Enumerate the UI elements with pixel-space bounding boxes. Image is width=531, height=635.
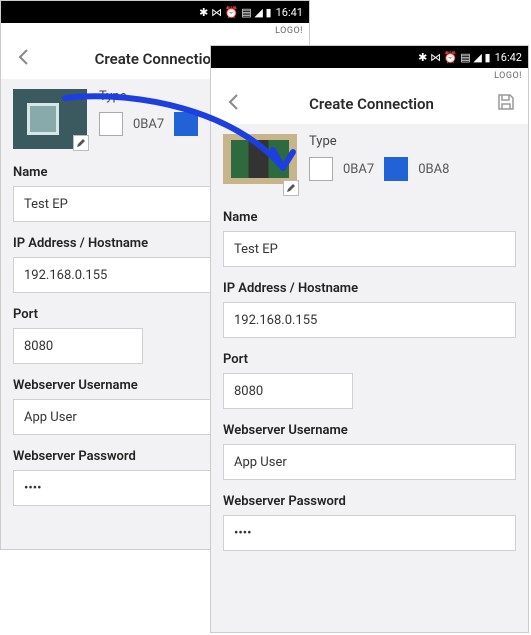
status-time: 16:42 xyxy=(495,51,522,64)
edit-thumbnail-icon[interactable] xyxy=(283,180,299,196)
port-input[interactable] xyxy=(13,328,143,364)
status-icons: ✱ ⋈ ⏰ ▤ ◢ ▮ xyxy=(199,6,271,19)
type-swatch-white[interactable] xyxy=(309,157,333,181)
port-label: Port xyxy=(223,352,516,367)
device-thumbnail[interactable] xyxy=(223,134,297,194)
status-icons: ✱ ⋈ ⏰ ▤ ◢ ▮ xyxy=(418,51,490,64)
edit-thumbnail-icon[interactable] xyxy=(73,135,89,151)
port-input[interactable] xyxy=(223,373,353,409)
type-swatch-blue[interactable] xyxy=(384,157,408,181)
pass-label: Webserver Password xyxy=(223,494,516,509)
password-input[interactable] xyxy=(223,515,516,551)
brand-label: LOGO! xyxy=(211,68,528,84)
save-button[interactable] xyxy=(492,88,520,120)
page-title: Create Connection xyxy=(251,95,492,113)
back-button[interactable] xyxy=(219,86,251,122)
back-button[interactable] xyxy=(9,41,41,77)
type-row: Type 0BA7 0BA8 xyxy=(211,124,528,206)
status-time: 16:41 xyxy=(276,6,303,19)
ip-input[interactable] xyxy=(223,302,516,338)
type-swatch-white[interactable] xyxy=(99,112,123,136)
type-option-0ba7[interactable]: 0BA7 xyxy=(343,162,374,177)
username-input[interactable] xyxy=(223,444,516,480)
type-option-0ba8[interactable]: 0BA8 xyxy=(418,162,449,177)
screen-right: ✱ ⋈ ⏰ ▤ ◢ ▮ 16:42 LOGO! Create Connectio… xyxy=(210,45,529,633)
app-header: Create Connection xyxy=(211,84,528,124)
ip-label: IP Address / Hostname xyxy=(223,281,516,296)
statusbar: ✱ ⋈ ⏰ ▤ ◢ ▮ 16:41 xyxy=(1,1,309,23)
type-option-0ba7[interactable]: 0BA7 xyxy=(133,117,164,132)
name-label: Name xyxy=(223,210,516,225)
name-input[interactable] xyxy=(223,231,516,267)
statusbar: ✱ ⋈ ⏰ ▤ ◢ ▮ 16:42 xyxy=(211,46,528,68)
device-thumbnail[interactable] xyxy=(13,89,87,149)
user-label: Webserver Username xyxy=(223,423,516,438)
type-swatch-blue[interactable] xyxy=(174,112,198,136)
brand-label: LOGO! xyxy=(1,23,309,39)
type-label: Type xyxy=(309,134,516,149)
